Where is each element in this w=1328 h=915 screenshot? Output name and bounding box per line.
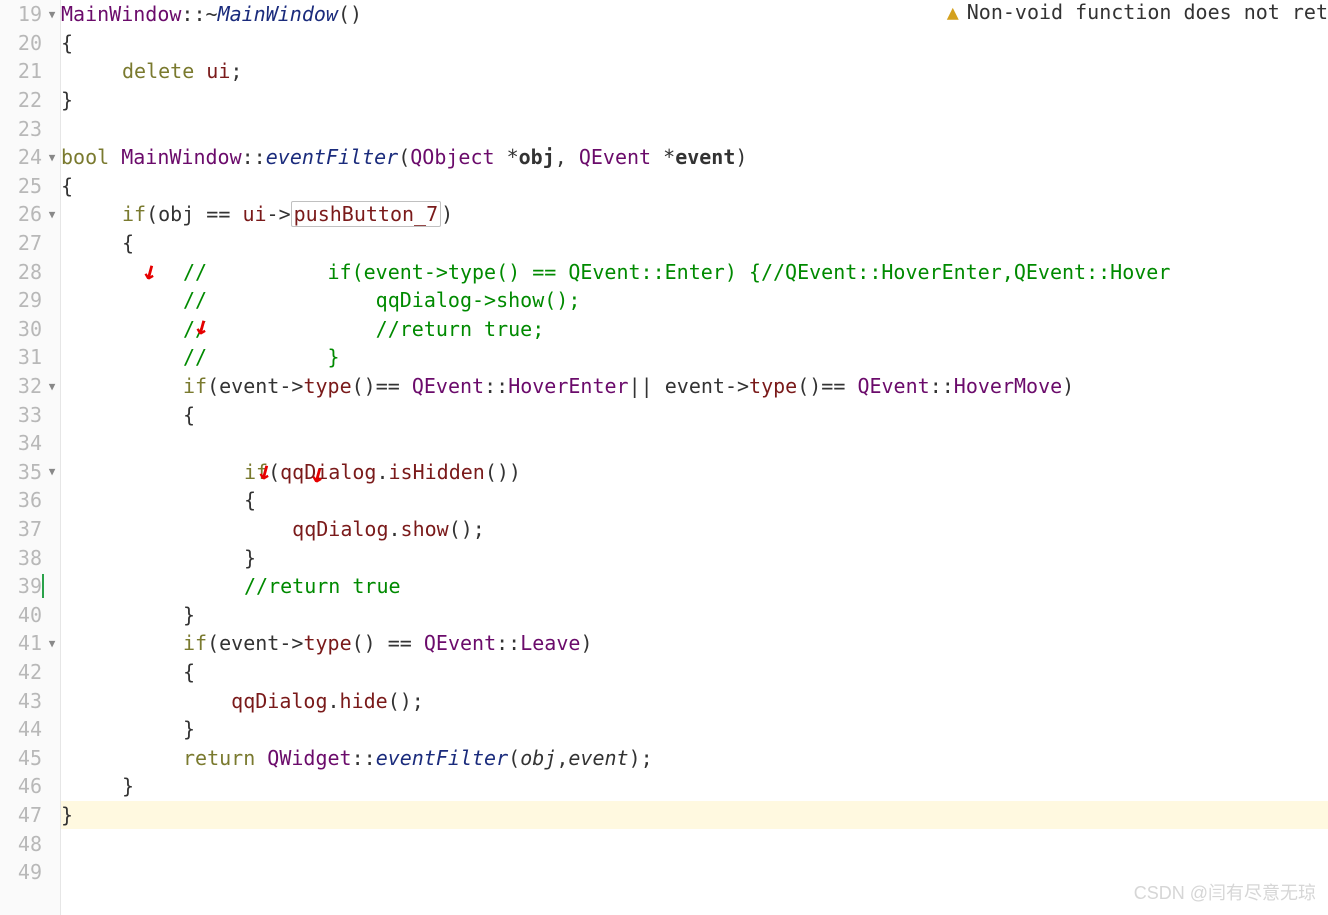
code-line[interactable]: if(event->type()== QEvent::HoverEnter|| … (61, 372, 1328, 401)
code-line[interactable]: { (61, 486, 1328, 515)
code-line[interactable]: delete ui; (61, 57, 1328, 86)
warning-text: Non-void function does not ret (967, 0, 1328, 24)
identifier-ui: ui (206, 59, 230, 83)
code-line[interactable]: qqDialog.show(); (61, 515, 1328, 544)
code-line[interactable]: { (61, 658, 1328, 687)
code-line[interactable]: } (61, 600, 1328, 629)
code-area[interactable]: MainWindow::~MainWindow() { delete ui; }… (61, 0, 1328, 915)
comment: // if(event->type() == QEvent::Enter) {/… (183, 260, 1170, 284)
watermark: CSDN @闫有尽意无琼 (1134, 879, 1316, 905)
code-line[interactable]: if(event->type() == QEvent::Leave) (61, 629, 1328, 658)
code-line[interactable]: } (61, 715, 1328, 744)
code-line[interactable]: return QWidget::eventFilter(obj,event); (61, 743, 1328, 772)
code-line[interactable]: { (61, 229, 1328, 258)
code-line[interactable]: } (61, 772, 1328, 801)
boxed-identifier: pushButton_7 (291, 201, 442, 227)
code-line[interactable]: //return true (61, 572, 1328, 601)
code-line[interactable]: { (61, 29, 1328, 58)
inline-warning: ▲Non-void function does not ret (947, 0, 1328, 24)
code-line[interactable]: // } (61, 343, 1328, 372)
code-line[interactable]: } (61, 86, 1328, 115)
warning-icon: ▲ (947, 0, 967, 24)
destructor-name: MainWindow (218, 2, 338, 26)
code-line[interactable]: qqDialog.hide(); (61, 686, 1328, 715)
code-editor[interactable]: 19▼2021222324▼2526▼272829303132▼333435▼3… (0, 0, 1328, 915)
keyword-delete: delete (122, 59, 194, 83)
code-line[interactable]: // if(event->type() == QEvent::Enter) {/… (61, 257, 1328, 286)
code-line[interactable]: // qqDialog->show(); (61, 286, 1328, 315)
code-line[interactable]: // //return true; (61, 315, 1328, 344)
code-line[interactable] (61, 429, 1328, 458)
code-line[interactable]: bool MainWindow::eventFilter(QObject *ob… (61, 143, 1328, 172)
code-line[interactable]: { (61, 172, 1328, 201)
code-line[interactable] (61, 114, 1328, 143)
keyword-bool: bool (61, 145, 109, 169)
code-line[interactable]: if(obj == ui->pushButton_7) (61, 200, 1328, 229)
code-line[interactable]: { (61, 400, 1328, 429)
code-line[interactable]: } (61, 543, 1328, 572)
line-number-gutter[interactable]: 19▼2021222324▼2526▼272829303132▼333435▼3… (0, 0, 61, 915)
class-name: MainWindow (61, 2, 181, 26)
code-line-warning[interactable]: } ▲Non-void function does not ret (61, 801, 1328, 830)
function-name: eventFilter (266, 145, 398, 169)
code-line[interactable] (61, 829, 1328, 858)
